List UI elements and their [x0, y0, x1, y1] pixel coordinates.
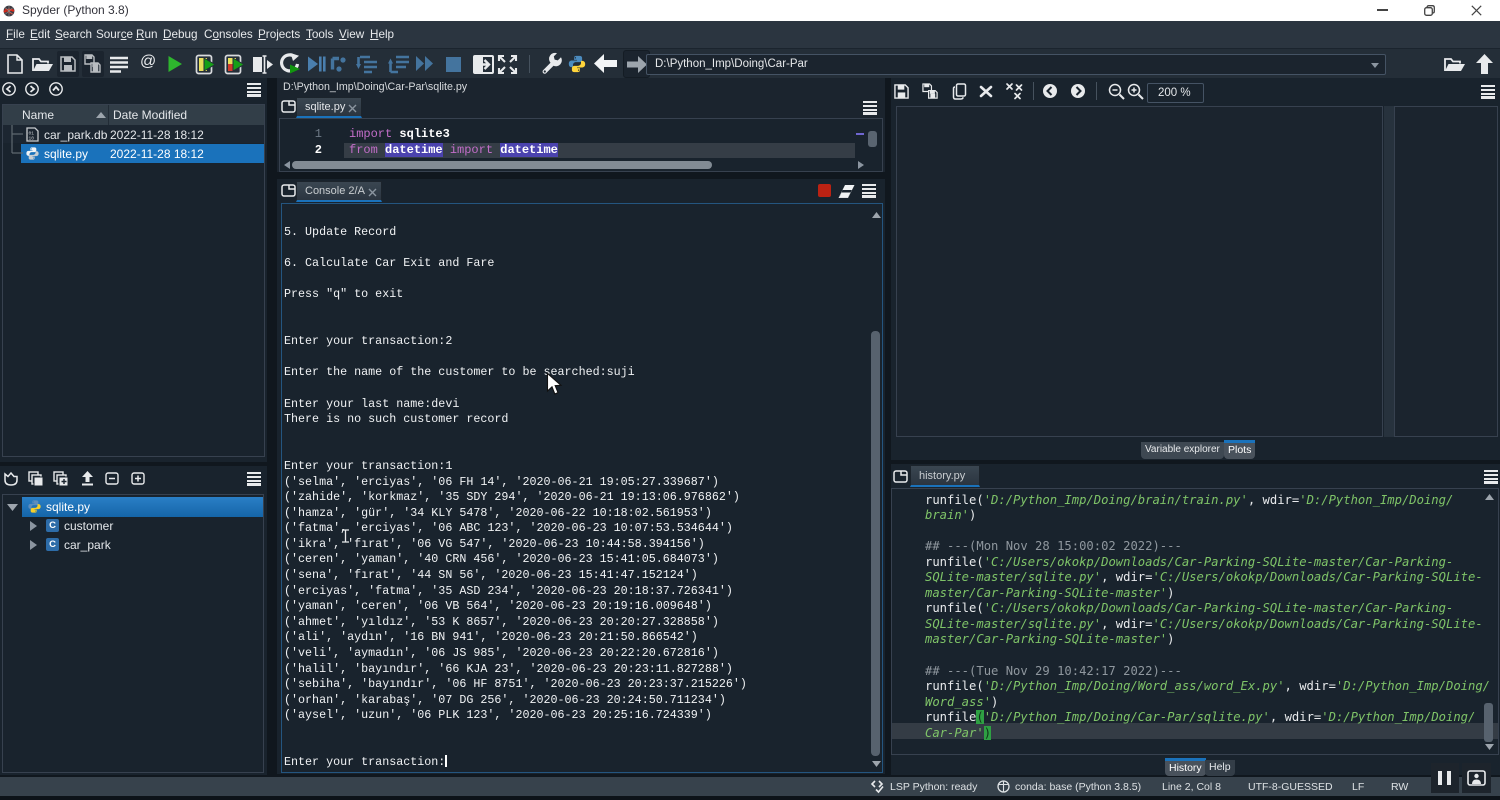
svg-text:10: 10 [29, 136, 35, 142]
